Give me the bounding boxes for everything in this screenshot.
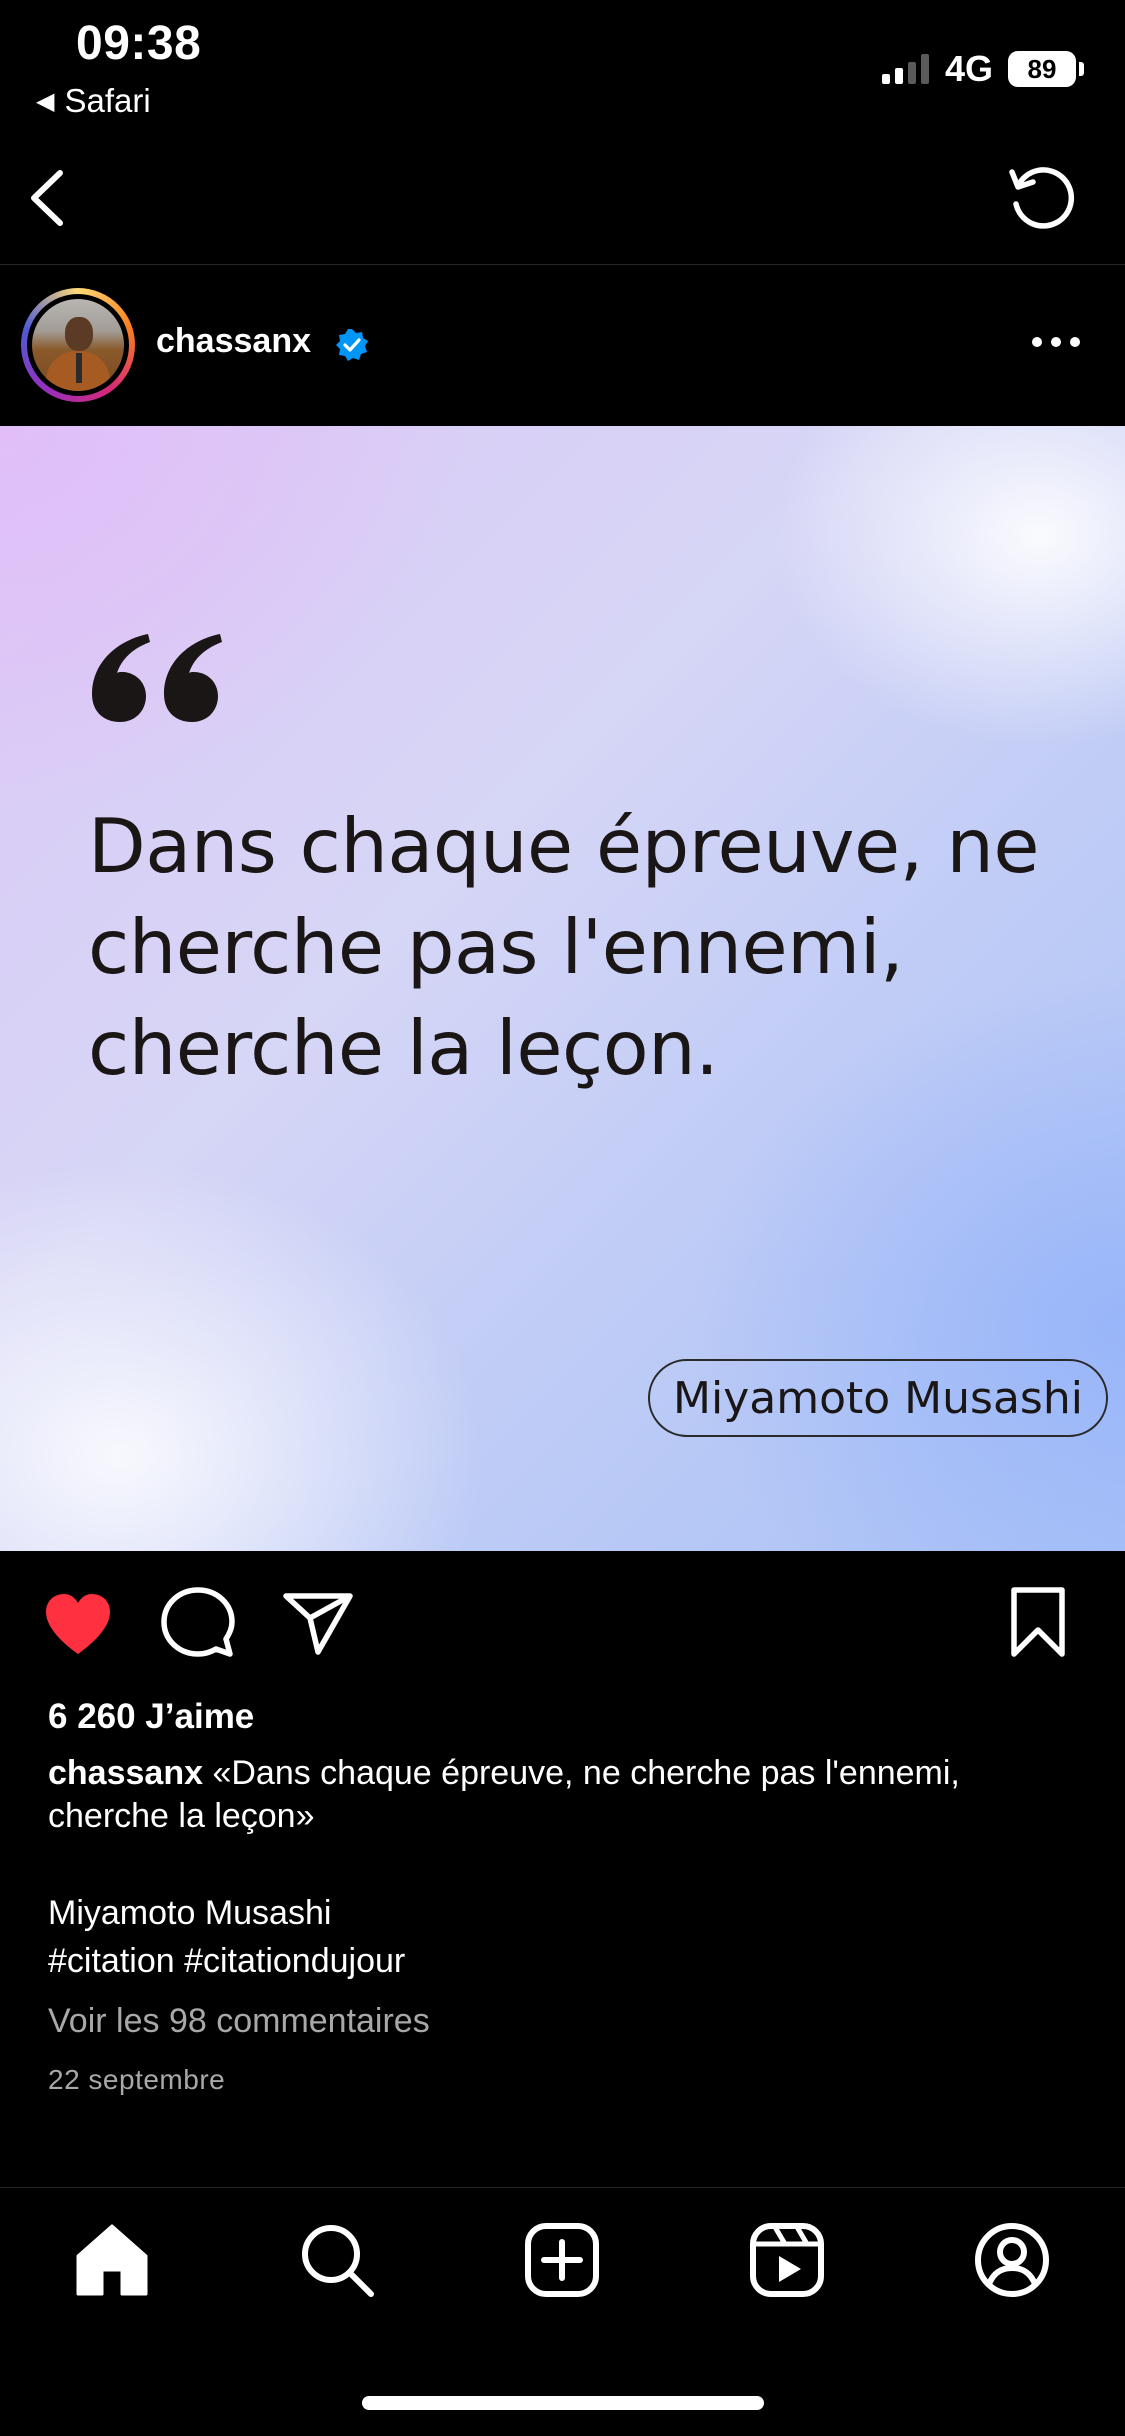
cellular-signal-icon (882, 52, 929, 84)
home-icon[interactable] (72, 2220, 152, 2300)
likes-count[interactable]: 6 260 J’aime (48, 1697, 254, 1737)
caption: chassanx «Dans chaque épreuve, ne cherch… (48, 1752, 1088, 1838)
tabbar-divider (0, 2187, 1125, 2188)
comment-icon[interactable] (160, 1584, 236, 1660)
status-time: 09:38 (76, 17, 202, 70)
chevron-left-icon[interactable] (22, 165, 72, 231)
quote-author: Miyamoto Musashi (673, 1372, 1083, 1424)
avatar[interactable] (32, 299, 124, 391)
post-date: 22 septembre (48, 2064, 226, 2095)
quote-text: Dans chaque épreuve, ne cherche pas l'en… (88, 802, 1040, 1092)
post-username[interactable]: chassanx (156, 322, 311, 361)
caption-hashtags[interactable]: #citation #citationdujour (48, 1942, 405, 1981)
back-app-label: Safari (64, 82, 151, 119)
header-divider (0, 264, 1125, 265)
refresh-icon[interactable] (1004, 160, 1080, 236)
verified-badge-icon (336, 329, 368, 361)
caption-author: Miyamoto Musashi (48, 1894, 332, 1932)
battery-level: 89 (1027, 53, 1057, 84)
battery-icon: 89 (1008, 51, 1076, 87)
home-indicator[interactable] (362, 2396, 764, 2410)
back-triangle-icon: ◀ (36, 87, 55, 115)
caption-username[interactable]: chassanx (48, 1754, 203, 1792)
quote-mark-icon (92, 634, 222, 722)
network-type: 4G (945, 48, 994, 89)
search-icon[interactable] (297, 2220, 377, 2300)
heart-icon[interactable] (40, 1586, 116, 1662)
back-to-app-link[interactable]: ◀ Safari (36, 82, 151, 120)
profile-icon[interactable] (972, 2220, 1052, 2300)
bookmark-icon[interactable] (1000, 1584, 1076, 1660)
post-image[interactable]: Dans chaque épreuve, ne cherche pas l'en… (0, 426, 1125, 1551)
send-icon[interactable] (280, 1584, 356, 1660)
view-comments-link[interactable]: Voir les 98 commentaires (48, 2002, 430, 2041)
more-dots-icon[interactable] (1032, 337, 1080, 347)
create-icon[interactable] (522, 2220, 602, 2300)
quote-author-pill: Miyamoto Musashi (648, 1359, 1108, 1437)
reels-icon[interactable] (747, 2220, 827, 2300)
battery-tip (1079, 62, 1084, 76)
